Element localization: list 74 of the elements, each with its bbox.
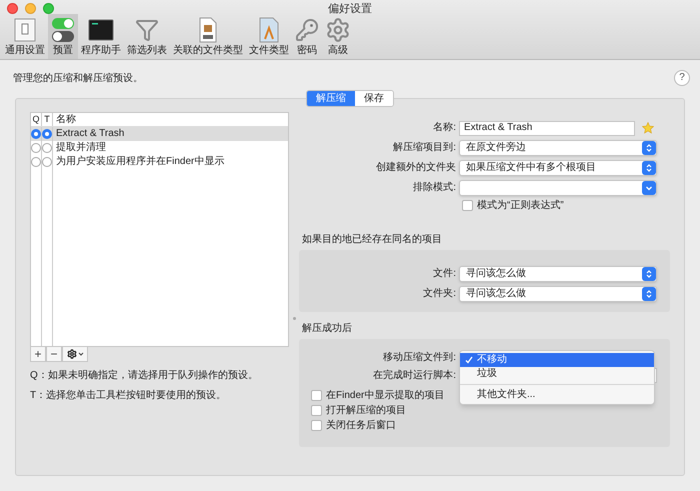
splitter-handle[interactable] [292, 317, 296, 320]
field-label: 解压缩项目到: [392, 143, 457, 153]
stepper-arrows-icon [642, 267, 656, 281]
checkbox[interactable]: 模式为“正则表达式” [462, 200, 670, 211]
close-button[interactable] [7, 3, 18, 14]
menu-item[interactable]: 垃圾 [460, 367, 654, 381]
stepper-arrows-icon [642, 287, 656, 301]
field-label: 名称: [432, 123, 457, 133]
toolbar-item[interactable]: 通用设置 [2, 14, 48, 59]
column-header: Q [31, 113, 42, 126]
toolbar-item[interactable]: 文件类型 [246, 14, 292, 59]
field-label: 创建额外的文件夹 [375, 163, 457, 173]
gear-icon [325, 17, 351, 43]
note-text: Q：如果未明确指定，请选择用于队列操作的预设。 [30, 371, 259, 381]
preset-row[interactable]: Extract & Trash [31, 127, 288, 141]
actions-menu-button[interactable] [62, 347, 88, 362]
terminal-icon [88, 19, 114, 41]
zoom-button[interactable] [43, 3, 54, 14]
note-text: T：选择您单击工具栏按钮时要使用的预设。 [30, 391, 228, 401]
popup-button[interactable]: 寻问该怎么做 [459, 266, 657, 282]
gear-icon [66, 349, 76, 359]
chevron-down-icon [78, 351, 84, 357]
funnel-icon [135, 18, 159, 42]
menu-item[interactable]: 其他文件夹... [460, 388, 654, 402]
combo-box[interactable] [459, 180, 657, 196]
popup-button[interactable]: 在原文件旁边 [459, 140, 657, 156]
preset-row[interactable]: 提取并清理 [31, 141, 288, 155]
star-icon[interactable] [642, 122, 654, 134]
preset-name: 提取并清理 [55, 143, 106, 153]
description-text: 管理您的压缩和解压缩预设。 [13, 72, 143, 86]
preset-name: 为用户安装应用程序并在Finder中显示 [55, 157, 224, 167]
section-title: 解压成功后 [301, 324, 353, 334]
checkbox[interactable]: 打开解压缩的项目 [311, 405, 670, 416]
menu-item[interactable]: 不移动 [460, 353, 654, 367]
key-icon [295, 18, 319, 42]
radio-button[interactable] [42, 143, 52, 153]
radio-button[interactable] [31, 129, 41, 139]
preset-row[interactable]: 为用户安装应用程序并在Finder中显示 [31, 155, 288, 169]
field-label: 在完成时运行脚本: [372, 370, 457, 380]
switch-panel-icon [14, 18, 36, 42]
segment-tab[interactable]: 解压缩 [307, 91, 355, 106]
radio-button[interactable] [42, 129, 52, 139]
radio-button[interactable] [31, 143, 41, 153]
toolbar-item[interactable]: 程序助手 [78, 14, 124, 59]
field-label: 移动压缩文件到: [382, 353, 457, 363]
zip-file-icon [198, 17, 218, 43]
window-title: 偏好设置 [328, 4, 372, 14]
toggles-icon [51, 17, 75, 43]
section-title: 如果目的地已经存在同名的项目 [301, 235, 443, 245]
radio-button[interactable] [31, 157, 41, 167]
stepper-arrows-icon [642, 161, 656, 175]
radio-button[interactable] [42, 157, 52, 167]
image-file-icon [258, 17, 280, 43]
preset-name: Extract & Trash [55, 129, 124, 139]
popup-button[interactable]: 如果压缩文件中有多个根项目 [459, 160, 657, 176]
remove-button[interactable]: − [46, 347, 62, 362]
help-button[interactable]: ? [674, 70, 690, 86]
field-label: 排除模式: [412, 183, 457, 193]
checkbox[interactable]: 关闭任务后窗口 [311, 420, 670, 431]
minimize-button[interactable] [25, 3, 36, 14]
column-header: T [42, 113, 53, 126]
stepper-arrows-icon [642, 141, 656, 155]
checkmark-icon [464, 356, 472, 364]
field-label: 文件夹: [422, 289, 457, 299]
toolbar-item[interactable]: 预置 [48, 14, 78, 59]
toolbar-item[interactable]: 高级 [322, 14, 354, 59]
name-field[interactable]: Extract & Trash [459, 120, 635, 136]
popup-button[interactable]: 寻问该怎么做 [459, 286, 657, 302]
toolbar-item[interactable]: 关联的文件类型 [170, 14, 246, 59]
toolbar-item[interactable]: 密码 [292, 14, 322, 59]
toolbar-item[interactable]: 筛选列表 [124, 14, 170, 59]
column-header: 名称 [55, 114, 76, 124]
add-button[interactable]: + [30, 347, 46, 362]
field-label: 文件: [432, 269, 457, 279]
